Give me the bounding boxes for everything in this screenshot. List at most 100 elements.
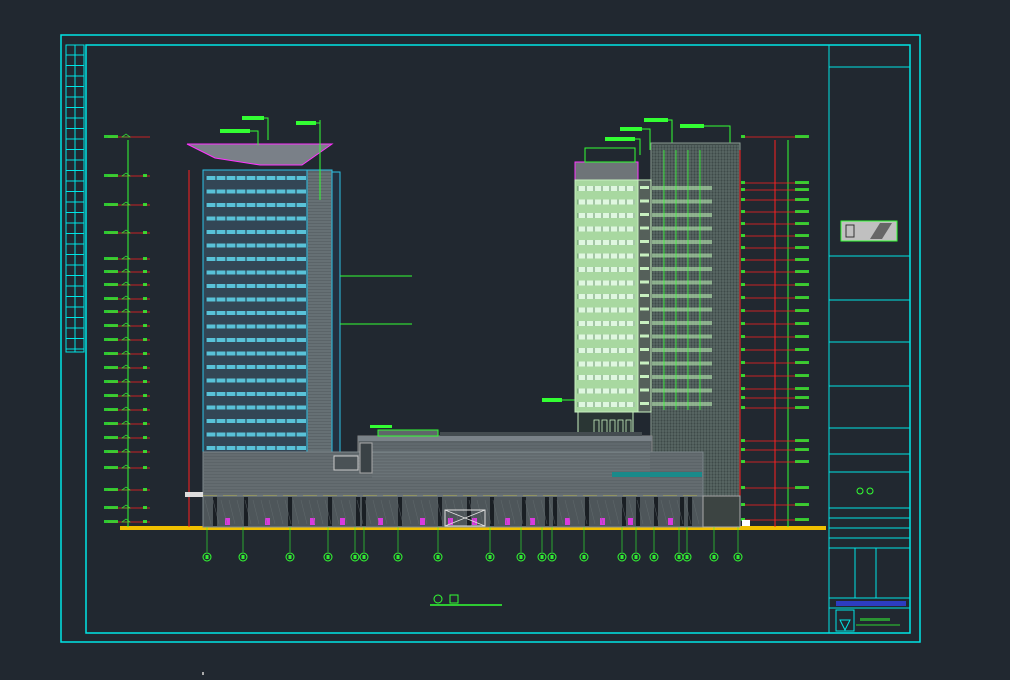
right-level-elevation-tag <box>795 374 809 377</box>
left-level-marker <box>121 350 131 355</box>
axis-marker-number <box>540 555 544 559</box>
axis-marker-number <box>736 555 740 559</box>
left-level-marker <box>121 504 131 509</box>
right-tower-window-band <box>578 361 635 367</box>
right-tower-window-band <box>578 267 635 272</box>
left-level-elevation-tag <box>104 466 118 469</box>
left-level-number <box>143 436 147 439</box>
right-level-elevation-tag <box>795 460 809 463</box>
left-level-elevation-tag <box>104 380 118 383</box>
ground-column <box>585 497 589 526</box>
right-level-elevation-tag <box>795 188 809 191</box>
left-level-marker <box>121 336 131 341</box>
left-level-elevation-tag <box>104 257 118 260</box>
right-level-dimension-line <box>741 135 809 527</box>
left-level-number <box>143 338 147 341</box>
left-level-number <box>143 394 147 397</box>
ground-column <box>545 497 549 526</box>
axis-marker-number <box>241 555 245 559</box>
triangle-logo-icon <box>835 609 855 632</box>
right-tower-window-band <box>578 294 635 299</box>
company-subtext <box>860 618 890 621</box>
right-tower-window-band <box>578 375 635 380</box>
left-level-marker <box>121 464 131 469</box>
left-level-number <box>143 466 147 469</box>
right-level-elevation-tag <box>795 135 809 138</box>
right-level-number <box>741 387 745 390</box>
ground-door <box>378 518 383 525</box>
left-level-number <box>143 408 147 411</box>
right-level-elevation-tag <box>795 387 809 390</box>
right-level-elevation-tag <box>795 181 809 184</box>
axis-marker-number <box>288 555 292 559</box>
ground-door <box>668 518 673 525</box>
ground-column <box>553 497 557 526</box>
right-level-elevation-tag <box>795 198 809 201</box>
ground-column <box>244 497 248 526</box>
right-level-number <box>741 322 745 325</box>
right-level-number <box>741 335 745 338</box>
left-level-marker <box>121 201 131 206</box>
left-level-number <box>143 422 147 425</box>
mesh-window-band <box>652 240 712 244</box>
left-level-elevation-tag <box>104 506 118 509</box>
left-level-number <box>143 310 147 313</box>
mesh-window-band <box>652 334 712 339</box>
mesh-window-band <box>652 361 712 366</box>
ground-door <box>420 518 425 525</box>
left-level-marker <box>121 172 131 177</box>
left-level-number <box>143 352 147 355</box>
left-level-number <box>143 297 147 300</box>
left-level-dimension-line <box>104 133 150 527</box>
mesh-window-band <box>652 186 712 190</box>
left-level-marker <box>121 434 131 439</box>
side-strip-band <box>640 199 649 203</box>
left-level-elevation-tag <box>104 366 118 369</box>
ground-column <box>328 497 332 526</box>
right-level-number <box>741 135 745 138</box>
company-subtext-2 <box>856 624 900 626</box>
left-level-elevation-tag <box>104 231 118 234</box>
right-level-elevation-tag <box>795 518 809 521</box>
right-tower-window-band <box>578 334 635 340</box>
left-level-elevation-tag <box>104 408 118 411</box>
left-level-elevation-tag <box>104 174 118 177</box>
ground-column <box>213 497 217 526</box>
right-tower-window-band <box>578 240 635 245</box>
left-level-marker <box>121 268 131 273</box>
mesh-window-band <box>652 213 712 217</box>
left-level-elevation-tag <box>104 352 118 355</box>
right-level-elevation-tag <box>795 270 809 273</box>
right-level-elevation-tag <box>795 396 809 399</box>
mesh-window-band <box>652 253 712 258</box>
left-tower-fin <box>331 171 341 473</box>
right-level-elevation-tag <box>795 234 809 237</box>
company-name-bar <box>836 601 906 606</box>
cad-drawing-canvas[interactable] <box>0 0 1010 680</box>
side-strip-band <box>640 267 649 270</box>
ground-door <box>530 518 535 525</box>
right-level-elevation-tag <box>795 258 809 261</box>
key-plan-icon <box>840 220 898 242</box>
right-level-number <box>741 439 745 442</box>
mesh-window-band <box>652 199 712 204</box>
right-level-number <box>741 234 745 237</box>
axis-marker-number <box>582 555 586 559</box>
side-strip-band <box>640 361 649 365</box>
axis-marker-number <box>550 555 554 559</box>
elevation-title <box>430 594 502 606</box>
right-level-number <box>741 258 745 261</box>
right-level-number <box>741 396 745 399</box>
left-level-marker <box>121 322 131 327</box>
mesh-window-band <box>652 294 712 298</box>
right-tower-window-band <box>578 280 635 286</box>
right-level-elevation-tag <box>795 448 809 451</box>
side-strip-band <box>640 253 649 257</box>
right-level-elevation-tag <box>795 486 809 489</box>
mesh-window-band <box>652 348 712 352</box>
ground-door <box>340 518 345 525</box>
left-level-elevation-tag <box>104 422 118 425</box>
left-level-number <box>143 203 147 206</box>
left-level-number <box>143 231 147 234</box>
side-strip-band <box>640 402 649 405</box>
